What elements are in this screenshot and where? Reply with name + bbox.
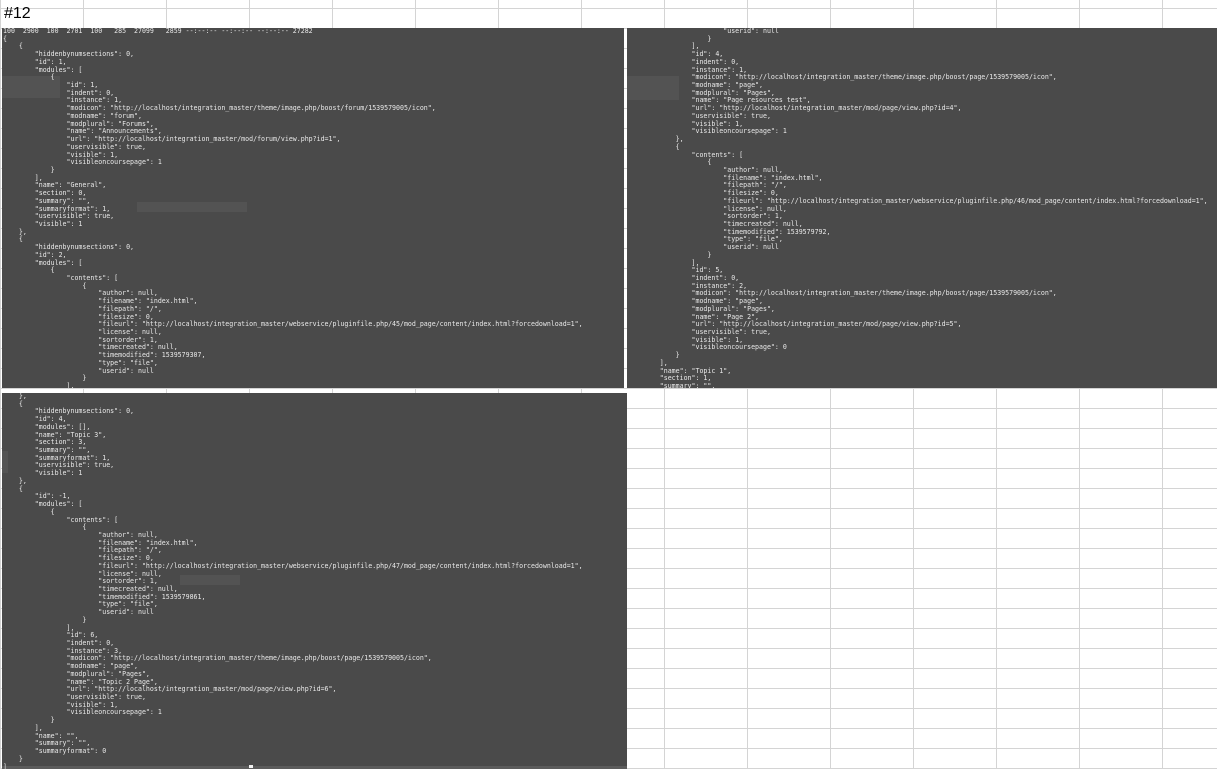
sheet-label: #12 — [4, 5, 31, 22]
json-output-text: }, { "hiddenbynumsections": 0, "id": 4, … — [3, 393, 583, 769]
terminal-screenshot-bottom-left: }, { "hiddenbynumsections": 0, "id": 4, … — [2, 393, 627, 769]
ghost-overlay — [2, 76, 60, 98]
ghost-overlay — [2, 451, 8, 473]
json-output-text: 100 2900 100 2701 100 285 27099 2859 --:… — [3, 28, 583, 388]
ghost-overlay — [180, 575, 240, 585]
ghost-overlay — [627, 76, 679, 100]
terminal-screenshot-top-right: "userid": null } ], "id": 4, "indent": 0… — [627, 28, 1217, 388]
ghost-overlay — [137, 202, 247, 212]
json-output-text: "userid": null } ], "id": 4, "indent": 0… — [659, 28, 1208, 388]
terminal-screenshot-top-left: 100 2900 100 2701 100 285 27099 2859 --:… — [2, 28, 624, 388]
